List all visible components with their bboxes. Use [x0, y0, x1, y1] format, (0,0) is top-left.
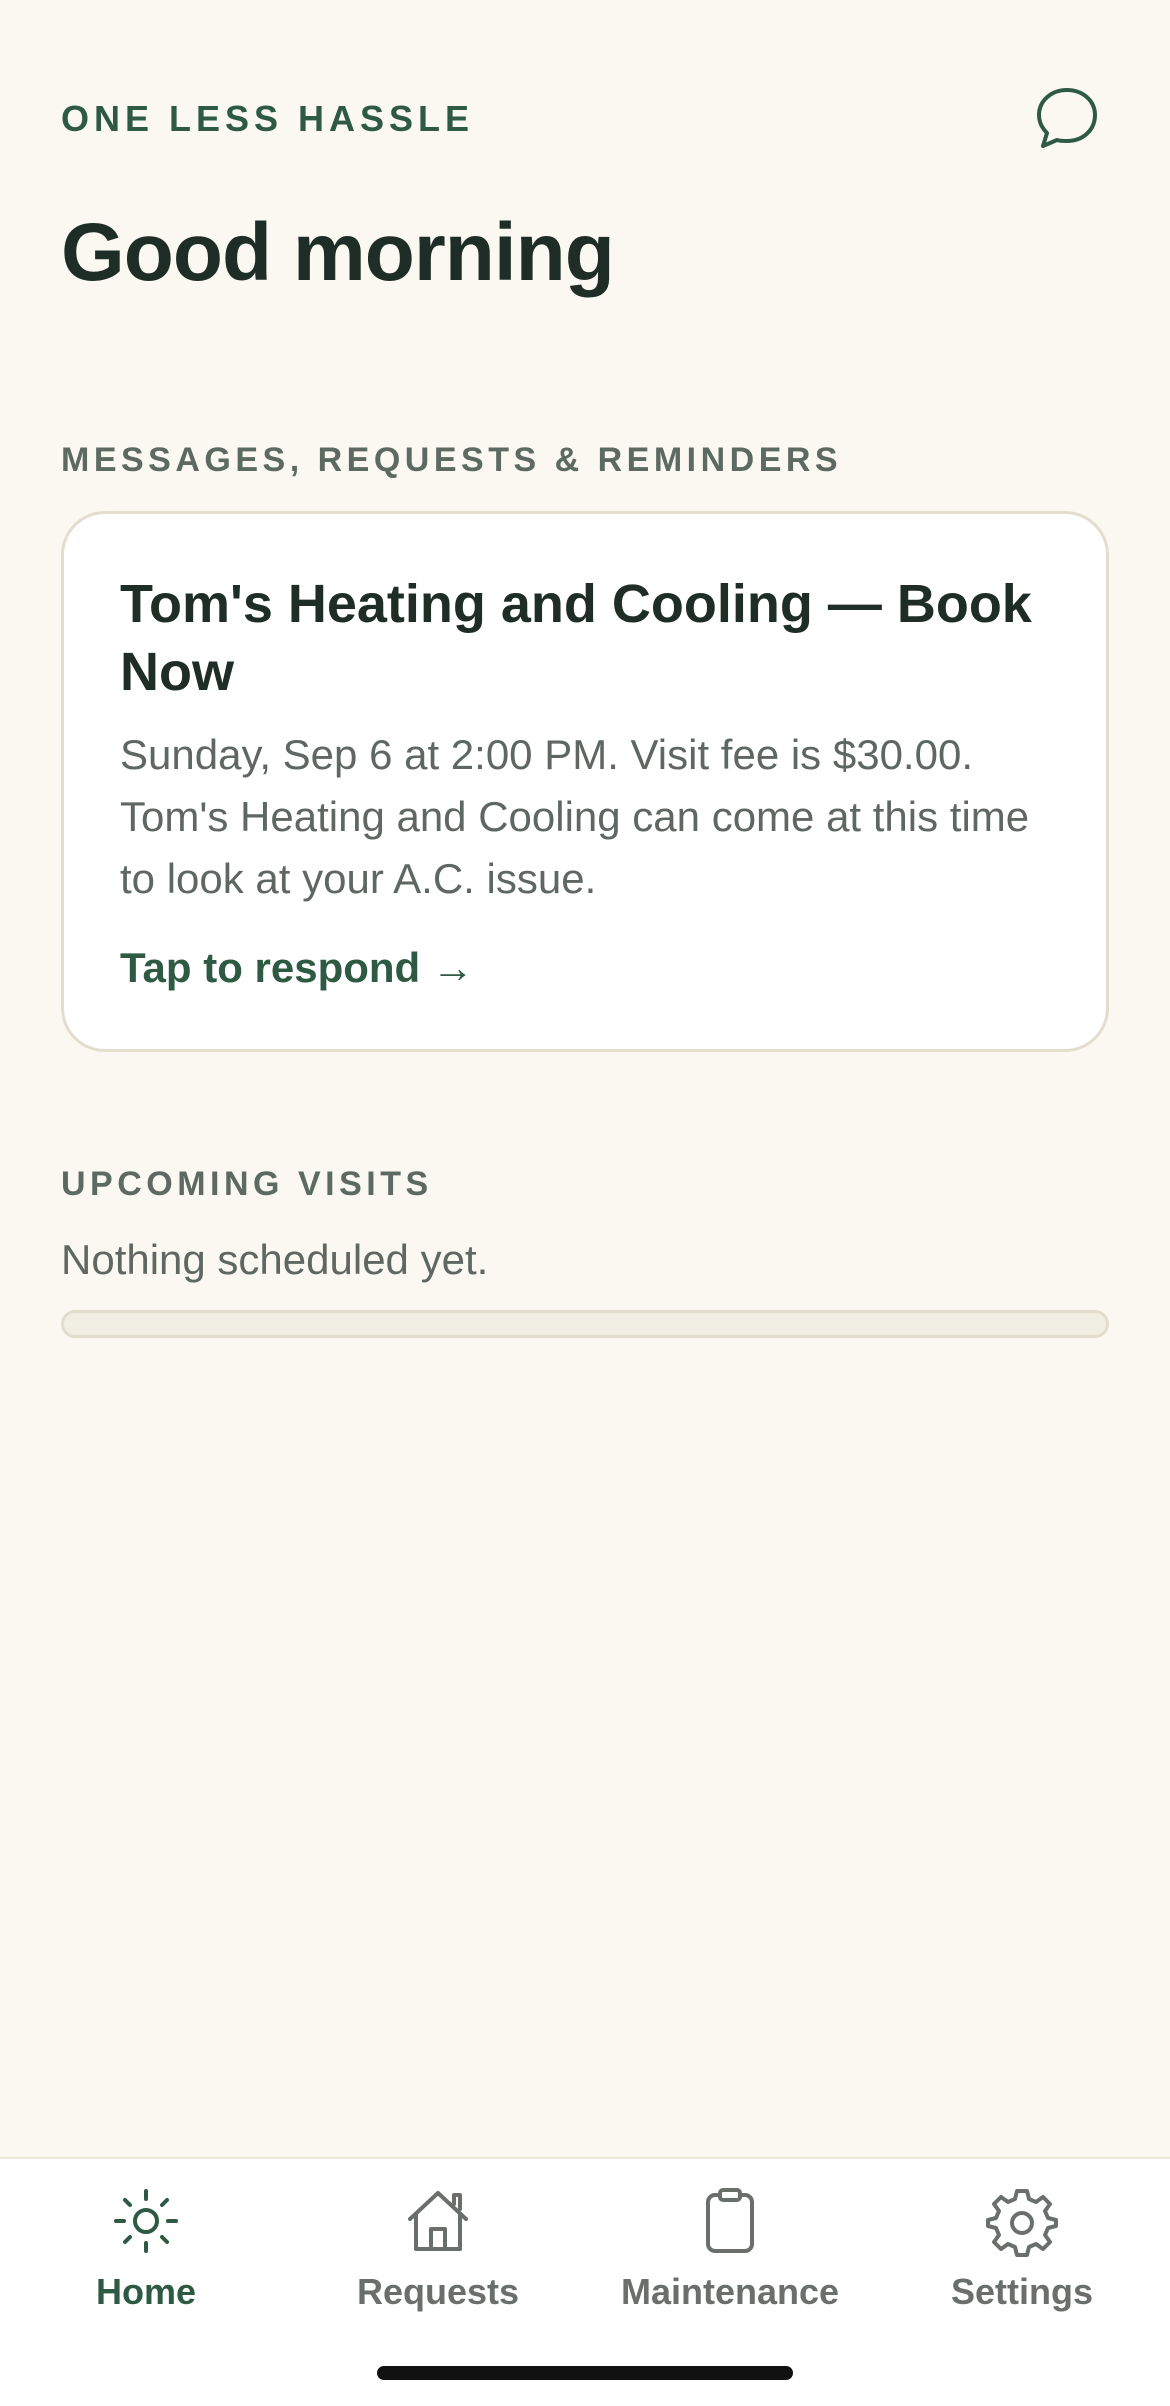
brand-title: ONE LESS HASSLE	[61, 98, 475, 139]
tab-settings[interactable]: Settings	[897, 2183, 1147, 2333]
tab-maintenance[interactable]: Maintenance	[605, 2183, 855, 2333]
tab-requests-label: Requests	[356, 2271, 520, 2312]
tab-settings-label: Settings	[950, 2271, 1093, 2312]
tab-home[interactable]: Home	[21, 2183, 271, 2333]
greeting-heading: Good morning	[61, 207, 615, 298]
message-card-title: Tom's Heating and Cooling — Book Now	[120, 574, 1032, 702]
chat-bubble-icon	[1037, 88, 1097, 148]
tap-to-respond-link[interactable]: Tap to respond →	[120, 944, 474, 992]
sun-icon	[114, 2189, 178, 2253]
house-icon	[408, 2191, 468, 2251]
upcoming-visits-placeholder-bar	[61, 1310, 1109, 1338]
gear-icon	[986, 2189, 1058, 2257]
tab-requests[interactable]: Requests	[313, 2183, 563, 2333]
chat-button[interactable]	[1031, 82, 1103, 154]
home-indicator	[377, 2366, 793, 2380]
tab-home-label: Home	[95, 2271, 197, 2312]
upcoming-visits-label: UPCOMING VISITS	[61, 1165, 433, 1203]
message-card-body: Sunday, Sep 6 at 2:00 PM. Visit fee is $…	[120, 731, 1030, 902]
messages-section-label: MESSAGES, REQUESTS & REMINDERS	[61, 441, 843, 479]
clipboard-icon	[706, 2188, 754, 2253]
upcoming-empty-text: Nothing scheduled yet.	[61, 1236, 489, 1283]
message-card[interactable]: Tom's Heating and Cooling — Book Now Sun…	[61, 511, 1109, 1052]
tab-maintenance-label: Maintenance	[620, 2271, 840, 2312]
